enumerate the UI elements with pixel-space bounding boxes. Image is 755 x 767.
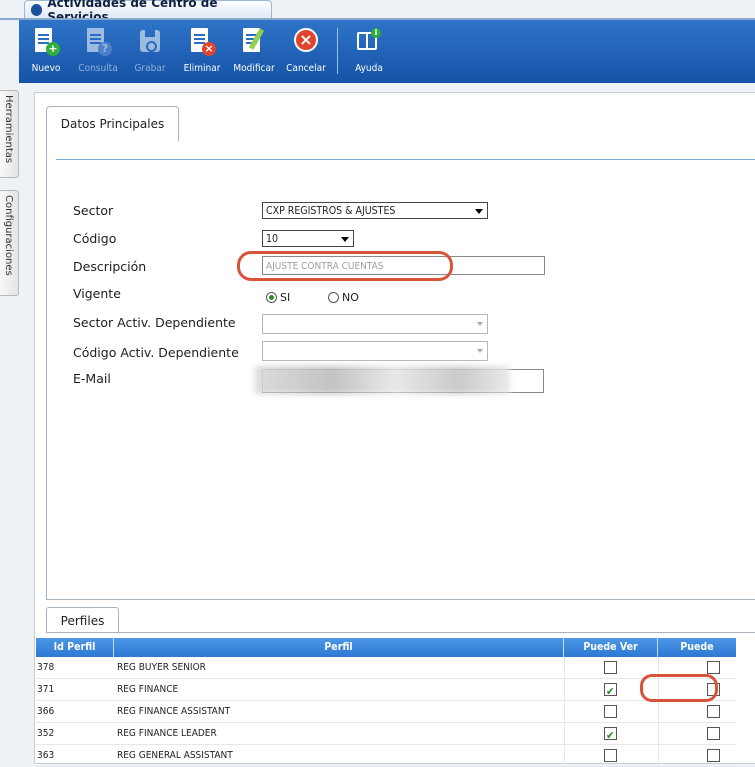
tab-datos-principales[interactable]: Datos Principales (46, 106, 179, 141)
puede-ver-checkbox[interactable] (604, 725, 617, 746)
perfiles-divider (46, 632, 755, 633)
help-book-icon: i (355, 28, 383, 58)
radio-unselected-icon (328, 292, 339, 303)
cell-puede-ver (564, 657, 658, 678)
puede-ejecutar-checkbox[interactable] (707, 749, 720, 762)
cell-id-perfil: 378 (37, 662, 55, 673)
codigo-value: 10 (266, 233, 279, 245)
consulta-button[interactable]: ? Consulta (73, 20, 123, 83)
side-tab-configuraciones[interactable]: Configuraciones (0, 190, 19, 296)
sector-select[interactable]: CXP REGISTROS & AJUSTES (262, 202, 488, 219)
toolbar: + Nuevo ? Consulta Grabar × Eliminar Mod… (19, 20, 755, 83)
sector-dependiente-select[interactable] (262, 314, 488, 334)
sector-value: CXP REGISTROS & AJUSTES (266, 205, 396, 217)
radio-selected-icon (266, 292, 277, 303)
grabar-button[interactable]: Grabar (125, 20, 175, 83)
eliminar-button[interactable]: × Eliminar (177, 20, 227, 83)
puede-ver-checkbox[interactable] (604, 681, 617, 702)
vigente-label: Vigente (73, 286, 121, 301)
puede-ejecutar-checkbox[interactable] (707, 661, 720, 674)
perfiles-table: Id Perfil Perfil Puede Ver Puede Ejecuta… (36, 638, 736, 767)
toolbar-separator (337, 28, 338, 74)
column-header-puede-ver[interactable]: Puede Ver (564, 638, 658, 657)
document-add-icon: + (32, 28, 60, 58)
tab-perfiles[interactable]: Perfiles (46, 607, 119, 633)
cell-puede-ejecutar (658, 745, 736, 766)
cell-perfil: REG FINANCE LEADER (117, 728, 217, 739)
column-header-perfil[interactable]: Perfil (114, 638, 564, 657)
chevron-down-icon (341, 237, 349, 246)
codigo-dependiente-select[interactable] (262, 341, 488, 361)
puede-ver-checkbox[interactable] (604, 705, 617, 718)
table-row[interactable]: 371 REG FINANCE (36, 679, 736, 702)
codigo-label: Código (73, 231, 117, 246)
cell-puede-ver (564, 723, 658, 746)
cell-id-perfil: 366 (37, 706, 55, 717)
cancel-icon: × (292, 28, 320, 58)
app-icon (31, 4, 43, 16)
highlight-circle-descripcion (237, 251, 453, 281)
cell-perfil: REG BUYER SENIOR (117, 662, 206, 673)
cell-id-perfil: 352 (37, 728, 55, 739)
document-delete-icon: × (188, 28, 216, 58)
sector-label: Sector (73, 203, 114, 218)
cell-perfil: REG FINANCE ASSISTANT (117, 706, 231, 717)
descripcion-label: Descripción (73, 259, 147, 274)
save-icon (136, 28, 164, 58)
table-row[interactable]: 363 REG GENERAL ASSISTANT (36, 745, 736, 767)
vigente-si-radio[interactable]: SI (266, 291, 290, 304)
puede-ejecutar-checkbox[interactable] (707, 727, 720, 740)
section-divider (56, 159, 755, 160)
window-tab[interactable]: Actividades de Centro de Servicios (24, 0, 272, 24)
chevron-down-icon (477, 349, 483, 356)
cell-puede-ver (564, 701, 658, 722)
table-row[interactable]: 352 REG FINANCE LEADER (36, 723, 736, 746)
cell-perfil: REG FINANCE (117, 684, 179, 695)
table-header: Id Perfil Perfil Puede Ver Puede Ejecuta… (36, 638, 736, 672)
redacted-email (255, 366, 510, 394)
cell-puede-ver (564, 745, 658, 766)
cancelar-button[interactable]: × Cancelar (281, 20, 331, 83)
puede-ver-checkbox[interactable] (604, 749, 617, 762)
chevron-down-icon (475, 209, 483, 218)
nuevo-button[interactable]: + Nuevo (21, 20, 71, 83)
cell-id-perfil: 363 (37, 750, 55, 761)
ayuda-button[interactable]: i Ayuda (344, 20, 394, 83)
cell-id-perfil: 371 (37, 684, 55, 695)
puede-ver-checkbox[interactable] (604, 661, 617, 674)
table-row[interactable]: 378 REG BUYER SENIOR (36, 657, 736, 679)
column-header-id[interactable]: Id Perfil (36, 638, 114, 657)
email-label: E-Mail (73, 371, 111, 386)
sector-dependiente-label: Sector Activ. Dependiente (73, 315, 236, 330)
column-header-puede-ejecutar[interactable]: Puede Ejecutar (658, 638, 736, 672)
chevron-down-icon (477, 322, 483, 329)
codigo-dependiente-label: Código Activ. Dependiente (73, 345, 239, 360)
highlight-circle-ejecutar (640, 674, 718, 702)
cell-puede-ejecutar (658, 723, 736, 744)
edit-icon (240, 28, 268, 58)
vigente-no-radio[interactable]: NO (328, 291, 359, 304)
modificar-button[interactable]: Modificar (229, 20, 279, 83)
cell-perfil: REG GENERAL ASSISTANT (117, 750, 233, 761)
document-query-icon: ? (84, 28, 112, 58)
table-row[interactable]: 366 REG FINANCE ASSISTANT (36, 701, 736, 723)
side-tab-herramientas[interactable]: Herramientas (0, 90, 19, 178)
cell-puede-ejecutar (658, 701, 736, 722)
codigo-select[interactable]: 10 (262, 230, 354, 247)
puede-ejecutar-checkbox[interactable] (707, 705, 720, 718)
